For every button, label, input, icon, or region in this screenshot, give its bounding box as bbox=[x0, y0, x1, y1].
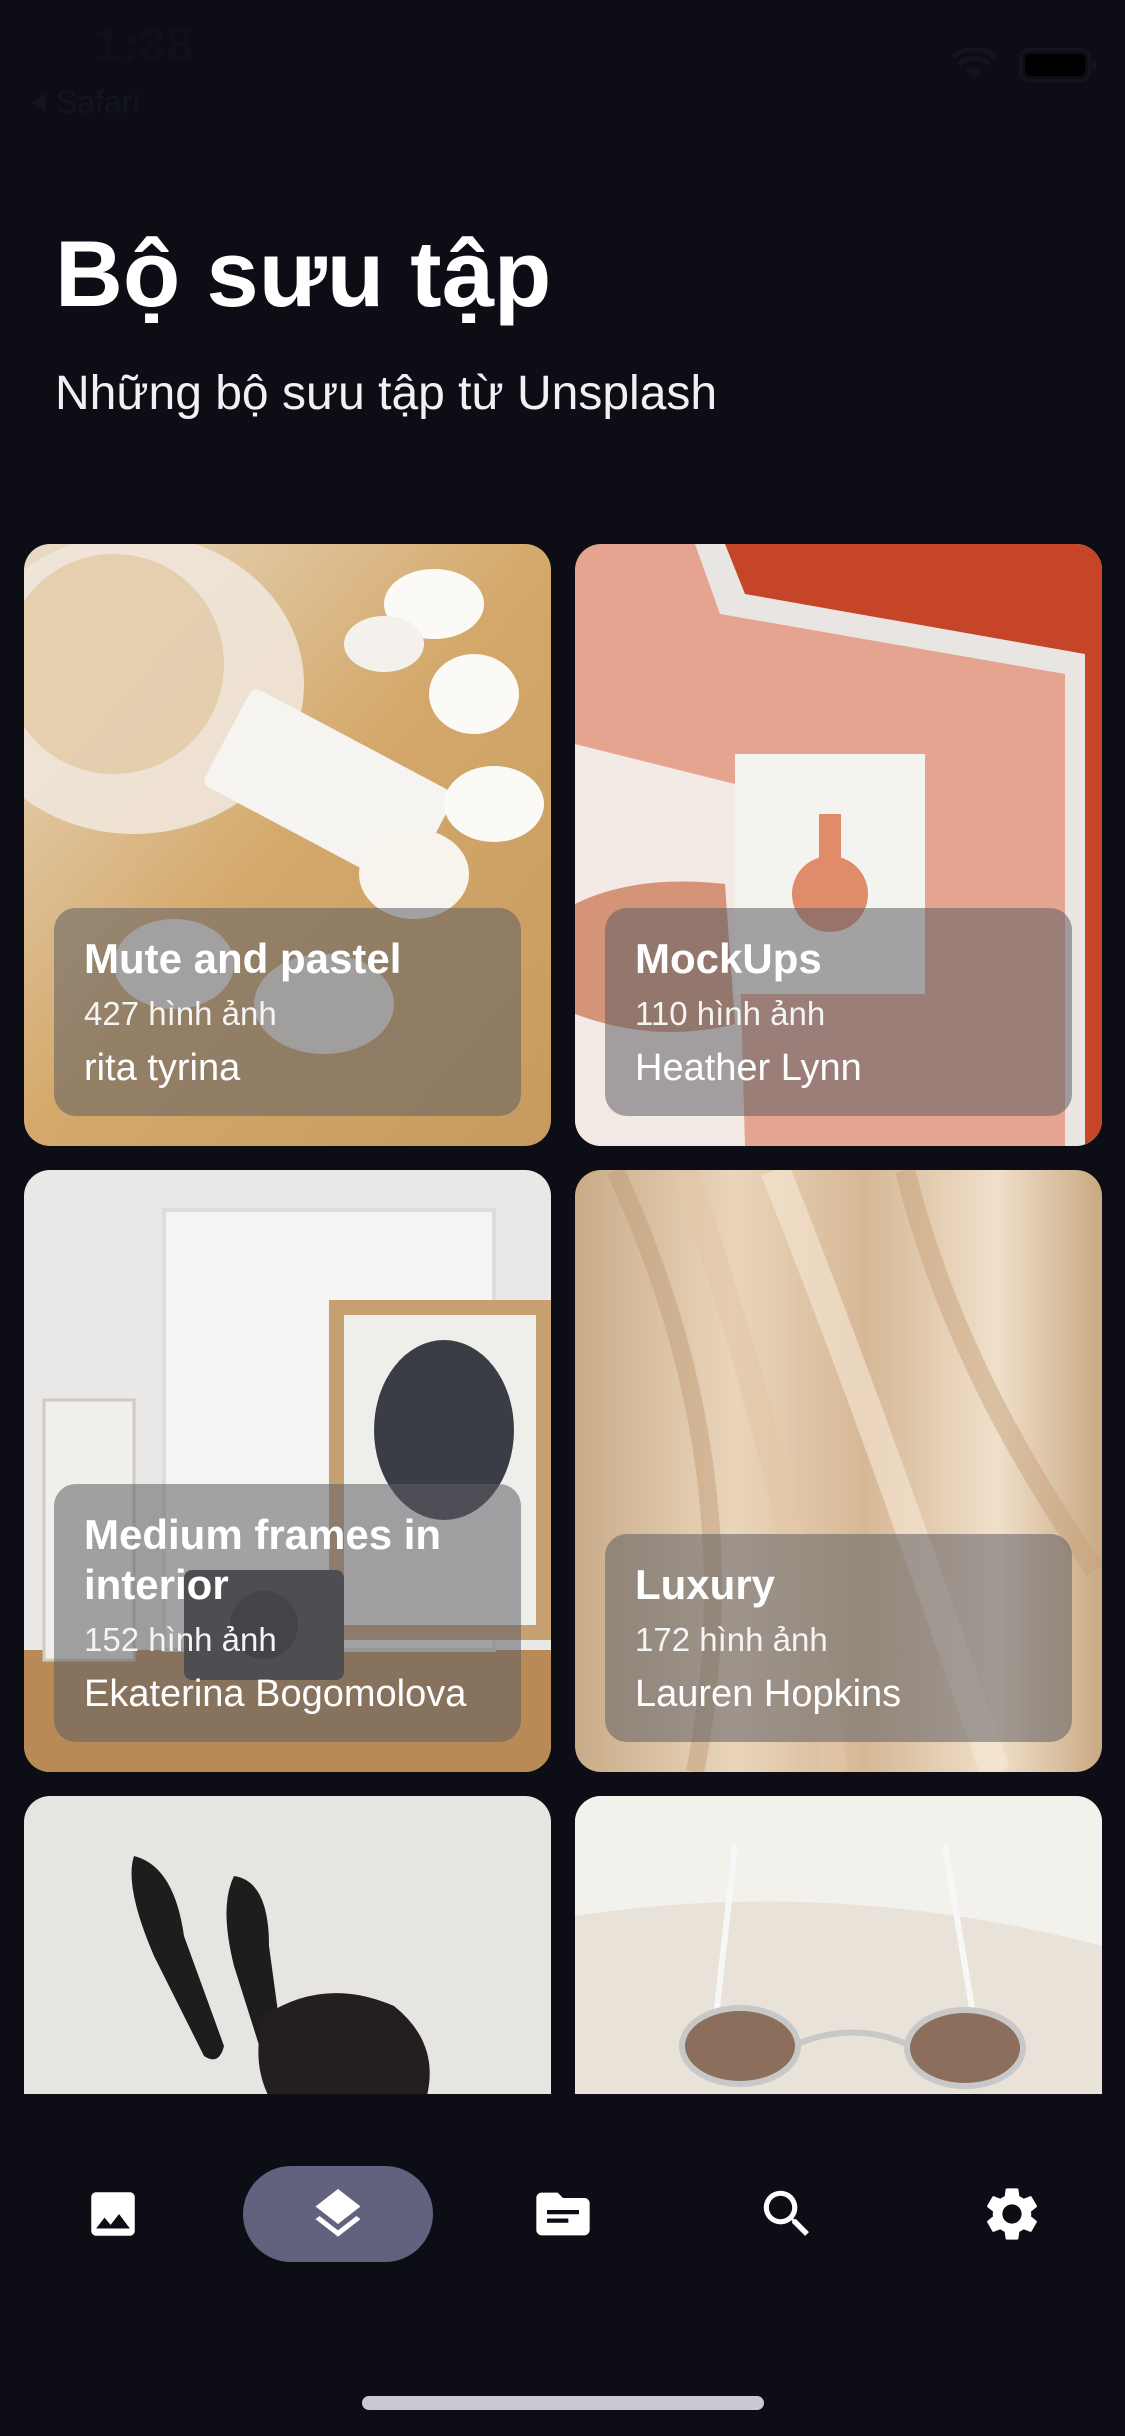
collections-screen: 1:38 Safari Bộ sưu tập Những bộ sưu tập … bbox=[0, 0, 1125, 2436]
collection-info: Luxury 172 hình ảnh Lauren Hopkins bbox=[605, 1534, 1072, 1742]
gear-icon bbox=[987, 2188, 1037, 2240]
collection-title: Mute and pastel bbox=[84, 935, 402, 983]
back-app-label: Safari bbox=[56, 84, 140, 120]
nav-photos-tab[interactable] bbox=[18, 2166, 208, 2262]
collection-title: Luxury bbox=[635, 1561, 776, 1609]
collection-author: Heather Lynn bbox=[635, 1046, 862, 1089]
collections-grid[interactable]: Mute and pastel 427 hình ảnh rita tyrina bbox=[0, 540, 1125, 2094]
home-indicator[interactable] bbox=[362, 2396, 764, 2410]
status-time: 1:38 bbox=[94, 19, 195, 72]
status-indicators bbox=[951, 48, 1096, 82]
nav-collections-tab[interactable] bbox=[243, 2166, 433, 2262]
collection-card-shoes[interactable] bbox=[24, 1796, 551, 2094]
collection-photo-count: 110 hình ảnh bbox=[635, 994, 826, 1032]
collection-info: MockUps 110 hình ảnh Heather Lynn bbox=[605, 908, 1072, 1116]
collection-author: rita tyrina bbox=[84, 1046, 241, 1089]
collection-photo-count: 172 hình ảnh bbox=[635, 1620, 828, 1658]
back-arrow-icon bbox=[32, 92, 46, 113]
collection-photo-count: 152 hình ảnh bbox=[84, 1620, 277, 1658]
layers-icon bbox=[315, 2189, 361, 2237]
collection-title: MockUps bbox=[635, 935, 822, 983]
image-icon bbox=[91, 2192, 135, 2236]
nav-search-tab[interactable] bbox=[692, 2166, 882, 2262]
collection-card-mute-and-pastel[interactable]: Mute and pastel 427 hình ảnh rita tyrina bbox=[24, 544, 551, 1146]
collection-title: Medium frames in interior bbox=[84, 1510, 442, 1609]
search-icon bbox=[763, 2190, 809, 2236]
collection-info: Medium frames in interior 152 hình ảnh E… bbox=[54, 1483, 521, 1742]
collection-card-medium-frames[interactable]: Medium frames in interior 152 hình ảnh E… bbox=[24, 1170, 551, 1772]
wifi-icon bbox=[951, 48, 997, 80]
bottom-navigation bbox=[0, 2094, 1125, 2436]
page-title: Bộ sưu tập bbox=[55, 221, 552, 326]
collection-cover-image bbox=[575, 1796, 1102, 2094]
collection-photo-count: 427 hình ảnh bbox=[84, 994, 277, 1032]
collection-author: Ekaterina Bogomolova bbox=[84, 1672, 467, 1715]
article-icon bbox=[536, 2192, 590, 2236]
nav-settings-tab[interactable] bbox=[917, 2166, 1107, 2262]
collection-card-sunglasses[interactable] bbox=[575, 1796, 1102, 2094]
collection-card-mockups[interactable]: MockUps 110 hình ảnh Heather Lynn bbox=[575, 544, 1102, 1146]
collection-card-luxury[interactable]: Luxury 172 hình ảnh Lauren Hopkins bbox=[575, 1170, 1102, 1772]
page-subtitle: Những bộ sưu tập từ Unsplash bbox=[55, 367, 718, 420]
collection-author: Lauren Hopkins bbox=[635, 1672, 902, 1715]
collection-cover-image bbox=[24, 1796, 551, 2094]
nav-articles-tab[interactable] bbox=[468, 2166, 658, 2262]
battery-icon bbox=[1019, 48, 1096, 82]
collection-info: Mute and pastel 427 hình ảnh rita tyrina bbox=[54, 908, 521, 1116]
back-to-app-link[interactable]: Safari bbox=[30, 84, 140, 121]
